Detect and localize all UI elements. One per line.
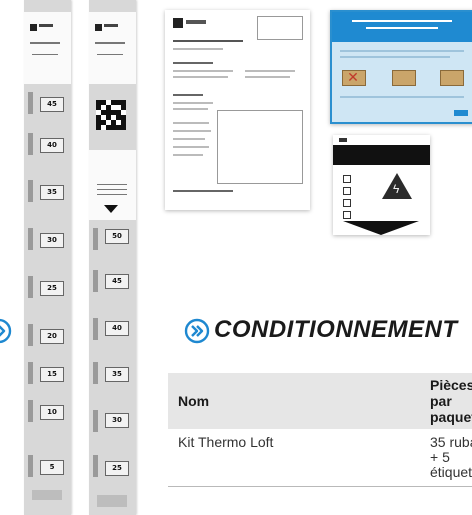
ruler-number: 30 (105, 413, 129, 428)
ruler-number: 25 (105, 461, 129, 476)
arrow-down-icon (343, 221, 419, 235)
form-sheet-thumbnail (165, 10, 310, 210)
cut-instruction-panel (89, 150, 136, 220)
table-row: Kit Thermo Loft 35 rubans + 5 étiquettes (168, 429, 472, 487)
brand-logo (30, 24, 37, 31)
brand-logo-text (39, 24, 53, 27)
ruler-number: 45 (40, 97, 64, 112)
ruler-strip-right: 50 45 40 35 30 25 (89, 0, 136, 515)
ruler-number: 10 (40, 405, 64, 420)
brand-logo (95, 24, 102, 31)
warning-label-thumbnail: ϟ (333, 135, 430, 235)
section-title: CONDITIONNEMENT (214, 316, 458, 343)
ruler-number: 35 (105, 367, 129, 382)
ruler-header (24, 12, 71, 84)
column-header-pieces: Pièces par paquet (430, 377, 472, 425)
ruler-number: 50 (105, 229, 129, 244)
ruler-number: 15 (40, 367, 64, 382)
cross-icon: ✕ (347, 69, 359, 85)
qr-code (96, 100, 126, 130)
ruler-header (89, 12, 136, 84)
column-header-name: Nom (178, 393, 210, 409)
ruler-number: 5 (40, 460, 64, 475)
ruler-number: 25 (40, 281, 64, 296)
cell-name: Kit Thermo Loft (178, 434, 274, 450)
packaging-table: Nom Pièces par paquet Kit Thermo Loft 35… (168, 373, 472, 493)
ruler-number: 40 (40, 138, 64, 153)
table-header-row: Nom Pièces par paquet (168, 373, 472, 429)
brand-logo-text (104, 24, 118, 27)
ruler-number: 45 (105, 274, 129, 289)
ruler-strip-left: 45 40 35 30 25 20 15 10 5 (24, 0, 71, 515)
double-chevron-circle-icon (184, 318, 210, 344)
double-chevron-circle-icon (0, 318, 12, 344)
ruler-number: 30 (40, 233, 64, 248)
cell-pieces: 35 rubans + 5 étiquettes (430, 434, 472, 480)
ruler-number: 20 (40, 329, 64, 344)
arrow-down-icon (104, 205, 118, 213)
ruler-number: 35 (40, 185, 64, 200)
poster-thumbnail: ✕ (330, 10, 472, 124)
ruler-number: 40 (105, 321, 129, 336)
